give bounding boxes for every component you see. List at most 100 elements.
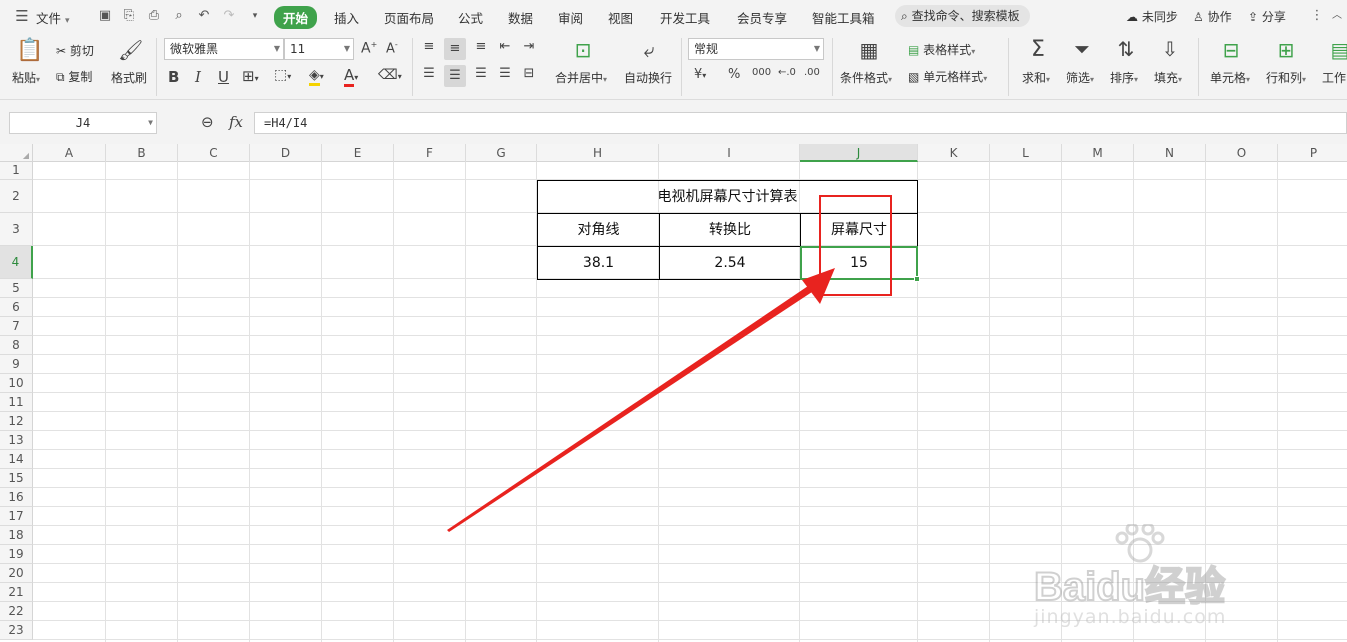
merge-center-icon[interactable]: ⊡ — [570, 38, 596, 62]
cell-style-button[interactable]: ▧ 单元格样式▾ — [908, 68, 987, 85]
tab-review[interactable]: 审阅 — [558, 8, 583, 27]
tab-page-layout[interactable]: 页面布局 — [384, 8, 434, 27]
increase-indent-icon[interactable]: ⇥ — [520, 39, 538, 54]
hamburger-menu-icon[interactable]: ☰ — [14, 8, 30, 24]
increase-font-icon[interactable]: A+ — [361, 40, 377, 57]
tab-data[interactable]: 数据 — [508, 8, 533, 27]
align-bottom-icon[interactable]: ≡ — [472, 39, 490, 54]
table-style-label: 表格样式 — [923, 43, 972, 57]
justify-icon[interactable]: ☰ — [496, 66, 514, 81]
decrease-decimal-icon[interactable]: .00 — [804, 67, 820, 78]
conditional-format-button[interactable]: 条件格式▾ — [840, 69, 892, 86]
divider — [412, 38, 413, 96]
tab-insert[interactable]: 插入 — [334, 8, 359, 27]
distribute-icon[interactable]: ⊟ — [520, 66, 538, 81]
formula-input[interactable]: =H4/I4 — [254, 112, 1347, 134]
thousands-icon[interactable]: 000 — [752, 67, 771, 78]
align-center-icon[interactable]: ☰ — [444, 65, 466, 87]
insert-function-icon[interactable]: fx — [229, 113, 243, 131]
wrap-text-icon[interactable]: ⤶ — [636, 38, 662, 62]
cut-button[interactable]: ✂ 剪切 — [56, 42, 94, 59]
clear-format-icon[interactable]: ⌫▾ — [378, 67, 402, 83]
share-label: 分享 — [1261, 10, 1286, 24]
zoom-search-icon[interactable]: ⊖ — [201, 113, 214, 131]
number-format-select[interactable]: 常规 ▼ — [688, 38, 824, 60]
increase-decimal-icon[interactable]: ←.0 — [778, 67, 796, 78]
scissors-icon: ✂ — [56, 44, 67, 58]
conditional-format-icon[interactable]: ▦ — [856, 38, 882, 62]
fill-pattern-icon[interactable]: ⬚▾ — [274, 67, 291, 83]
filter-button[interactable]: 筛选▾ — [1066, 69, 1094, 86]
sync-label: 未同步 — [1141, 10, 1178, 24]
align-middle-icon[interactable]: ≡ — [444, 38, 466, 60]
italic-icon[interactable]: I — [195, 68, 201, 86]
align-left-icon[interactable]: ☰ — [420, 66, 438, 81]
watermark-brand: Baidu经验 — [1033, 564, 1226, 610]
font-name-select[interactable]: 微软雅黑 ▼ — [164, 38, 284, 60]
collab-button[interactable]: ♙ 协作 — [1193, 8, 1232, 25]
quick-access-dropdown-icon[interactable]: ▾ — [247, 8, 263, 24]
worksheet-button[interactable]: 工作 — [1322, 69, 1346, 86]
sum-button[interactable]: 求和▾ — [1022, 69, 1050, 86]
sum-icon[interactable]: Σ — [1026, 37, 1050, 62]
undo-icon[interactable]: ↶ — [196, 8, 212, 24]
underline-icon[interactable]: U — [218, 68, 229, 86]
decrease-indent-icon[interactable]: ⇤ — [496, 39, 514, 54]
font-color-icon[interactable]: A▾ — [344, 66, 358, 87]
sync-button[interactable]: ☁ 未同步 — [1126, 8, 1178, 25]
table-style-button[interactable]: ▤ 表格样式▾ — [908, 41, 975, 58]
fill-color-icon[interactable]: ◈▾ — [309, 67, 324, 86]
tab-formulas[interactable]: 公式 — [458, 8, 483, 27]
number-format-value: 常规 — [694, 42, 719, 56]
merge-center-button[interactable]: 合并居中▾ — [555, 69, 607, 86]
align-right-icon[interactable]: ☰ — [472, 66, 490, 81]
percent-icon[interactable]: % — [728, 67, 740, 82]
paste-button[interactable]: 粘贴▾ — [12, 69, 40, 86]
copy-button[interactable]: ⧉ 复制 — [56, 68, 92, 85]
collapse-ribbon-icon[interactable]: ︿ — [1329, 8, 1345, 24]
tab-developer[interactable]: 开发工具 — [660, 8, 710, 27]
name-box[interactable]: J4 ▼ — [9, 112, 157, 134]
tab-view[interactable]: 视图 — [608, 8, 633, 27]
fill-icon[interactable]: ⇩ — [1158, 37, 1182, 61]
decrease-font-icon[interactable]: A- — [386, 40, 398, 56]
font-name-value: 微软雅黑 — [170, 42, 219, 56]
divider — [156, 38, 157, 96]
currency-icon[interactable]: ¥▾ — [694, 67, 706, 82]
sort-icon[interactable]: ⇅ — [1114, 37, 1138, 61]
format-painter-button[interactable]: 格式刷 — [111, 69, 147, 86]
wrap-text-button[interactable]: 自动换行 — [624, 69, 672, 86]
sort-button[interactable]: 排序▾ — [1110, 69, 1138, 86]
save-icon[interactable]: ▣ — [97, 8, 113, 24]
tab-member[interactable]: 会员专享 — [737, 8, 787, 27]
border-icon[interactable]: ⊞▾ — [242, 67, 259, 85]
tab-home[interactable]: 开始 — [274, 6, 318, 29]
export-icon[interactable]: ⎘ — [121, 8, 137, 24]
more-icon[interactable]: ⋮ — [1309, 8, 1325, 24]
format-painter-icon[interactable]: 🖌 — [118, 38, 143, 62]
print-preview-icon[interactable]: ⌕ — [171, 8, 187, 24]
font-size-select[interactable]: 11 ▼ — [284, 38, 354, 60]
spreadsheet-grid[interactable]: ABCDEFGHIJKLMNOP 1 2 3 4 5 6 7 8 9 10 11 12 13 14 15 16… — [0, 144, 1347, 642]
align-top-icon[interactable]: ≡ — [420, 39, 438, 54]
divider — [832, 38, 833, 96]
search-icon: ⌕ — [901, 9, 908, 23]
filter-label: 筛选 — [1066, 71, 1091, 85]
cell-button[interactable]: 单元格▾ — [1210, 69, 1250, 86]
bold-icon[interactable]: B — [168, 68, 179, 86]
redo-icon[interactable]: ↷ — [221, 8, 237, 24]
name-box-value: J4 — [75, 116, 91, 130]
paste-icon[interactable]: 📋 — [16, 38, 43, 63]
row-col-icon[interactable]: ⊞ — [1274, 38, 1298, 62]
print-icon[interactable]: ⎙ — [146, 8, 162, 24]
table-style-icon: ▤ — [908, 43, 920, 57]
share-button[interactable]: ⇪ 分享 — [1248, 8, 1286, 25]
tab-smart-toolbox[interactable]: 智能工具箱 — [812, 8, 875, 27]
worksheet-icon[interactable]: ▤ — [1328, 38, 1347, 62]
file-menu[interactable]: 文件 ▾ — [36, 8, 70, 27]
filter-icon[interactable]: ⏷ — [1070, 37, 1094, 61]
fill-button[interactable]: 填充▾ — [1154, 69, 1182, 86]
row-col-button[interactable]: 行和列▾ — [1266, 69, 1306, 86]
command-search[interactable]: ⌕ 查找命令、搜索模板 — [895, 5, 1030, 27]
cell-icon[interactable]: ⊟ — [1219, 38, 1243, 62]
